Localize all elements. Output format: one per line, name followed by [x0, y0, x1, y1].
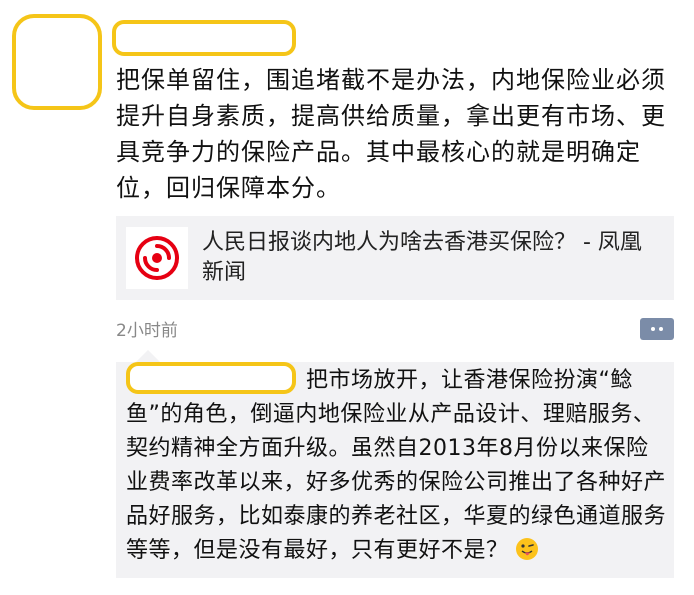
phoenix-news-logo-icon [126, 227, 188, 289]
dot-icon [651, 327, 655, 331]
timestamp: 2小时前 [116, 321, 178, 341]
comment-body: 把市场放开，让香港保险扮演“鲶鱼”的角色，倒逼内地保险业从产品设计、理赔服务、契… [126, 368, 667, 563]
winking-tongue-emoji-icon [515, 538, 538, 560]
comment-pointer [136, 350, 160, 362]
link-title: 人民日报谈内地人为啥去香港买保险？ - 凤凰新闻 [202, 230, 642, 285]
post-text: 把保单留住，围追堵截不是办法，内地保险业必须提升自身素质，提高供给质量，拿出更有… [116, 66, 666, 202]
poster-name[interactable] [112, 20, 296, 56]
dot-icon [659, 327, 663, 331]
comment-button[interactable] [640, 318, 674, 340]
avatar[interactable] [12, 14, 102, 110]
shared-link-card[interactable]: 人民日报谈内地人为啥去香港买保险？ - 凤凰新闻 [116, 216, 674, 300]
comment-text: 把市场放开，让香港保险扮演“鲶鱼”的角色，倒逼内地保险业从产品设计、理赔服务、契… [126, 364, 666, 568]
